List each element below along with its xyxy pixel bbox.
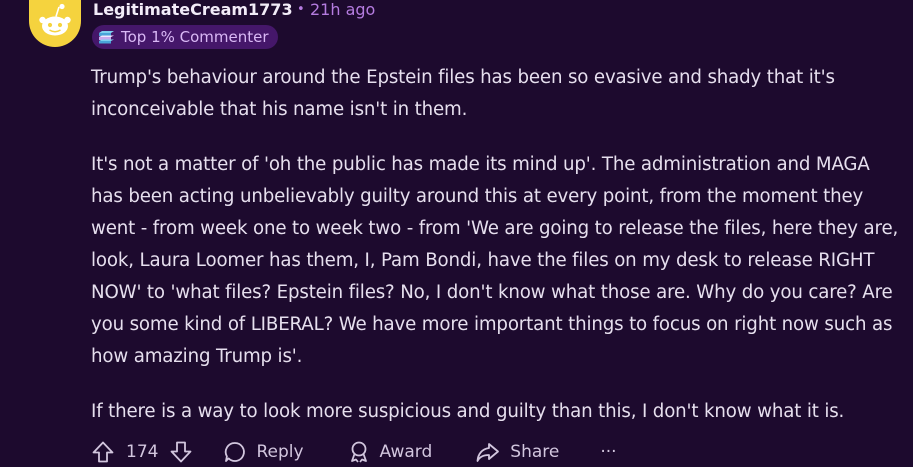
avatar[interactable] (29, 0, 81, 47)
snoo-icon (39, 3, 71, 36)
vote-controls: 174 (91, 440, 193, 464)
award-label: Award (379, 442, 433, 462)
share-arrow-icon (475, 440, 501, 464)
upvote-icon[interactable] (91, 440, 115, 464)
more-options-button[interactable]: ··· (600, 442, 616, 462)
comment-timestamp[interactable]: 21h ago (310, 0, 375, 20)
award-button[interactable]: Award (347, 440, 433, 464)
award-icon (347, 440, 371, 464)
commenter-badge-icon (98, 30, 115, 44)
downvote-icon[interactable] (169, 440, 193, 464)
comment-paragraph: If there is a way to look more suspiciou… (91, 401, 845, 422)
more-options-icon: ··· (600, 442, 617, 462)
speech-bubble-icon (223, 440, 247, 464)
reply-button[interactable]: Reply (223, 440, 304, 464)
comment-paragraph: Trump's behaviour around the Epstein fil… (91, 67, 835, 120)
comment-action-bar: 174 Reply Award Share ··· (91, 437, 617, 467)
meta-separator: • (297, 2, 305, 17)
comment-body: Trump's behaviour around the Epstein fil… (91, 62, 906, 451)
share-label: Share (510, 442, 560, 462)
share-button[interactable]: Share (475, 440, 559, 464)
reply-label: Reply (256, 442, 304, 462)
user-flair-badge: Top 1% Commenter (92, 25, 278, 49)
flair-label: Top 1% Commenter (121, 28, 269, 46)
vote-count: 174 (126, 442, 159, 462)
comment-paragraph: It's not a matter of 'oh the public has … (91, 154, 899, 367)
username-link[interactable]: LegitimateCream1773 (93, 0, 293, 20)
